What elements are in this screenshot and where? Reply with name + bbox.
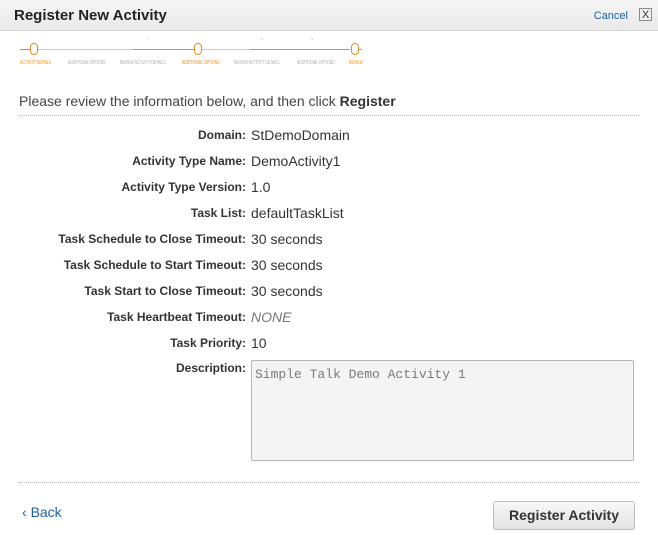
progress-line-segment [133,49,195,50]
heartbeat-timeout-value: NONE [251,309,292,325]
close-icon[interactable]: X [639,8,652,21]
step-tick: ˈ [147,39,150,46]
activity-type-version-value: 1.0 [251,179,271,195]
dialog-header: Register New Activity Cancel X [0,0,658,31]
task-list-label: Task List: [190,206,246,220]
intro-text: Please review the information below, and… [19,93,340,109]
step-tick: ˇ [311,39,314,46]
back-label: Back [30,504,62,520]
dialog-title: Register New Activity [14,7,167,24]
step-label: ACTIVITY DETAILS [20,60,51,66]
chevron-left-icon: ‹ [22,504,27,520]
register-activity-button[interactable]: Register Activity [493,501,635,530]
cancel-link[interactable]: Cancel [594,10,628,22]
step-label: ADDITIONAL OPTIONS [182,60,220,66]
step-tick: ˇ [261,39,264,46]
step-label: REVIEW [349,60,363,66]
schedule-to-start-label: Task Schedule to Start Timeout: [63,258,246,272]
task-priority-label: Task Priority: [170,336,246,350]
start-to-close-value: 30 seconds [251,283,323,299]
schedule-to-close-value: 30 seconds [251,231,323,247]
step-label: ADDITIONAL OPTIONS [297,60,335,66]
activity-type-name-value: DemoActivity1 [251,153,341,169]
activity-type-name-label: Activity Type Name: [132,154,246,168]
divider [19,482,639,483]
intro-emphasis: Register [339,93,396,109]
description-label: Description: [175,361,246,375]
step-label: REVIEW ACTIVITY DETAILS [120,60,166,66]
step-label: REVIEW ACTIVITY DETAILS [234,60,280,66]
schedule-to-close-label: Task Schedule to Close Timeout: [58,232,246,246]
step-node-review [351,43,359,55]
heartbeat-timeout-label: Task Heartbeat Timeout: [107,310,246,324]
back-link[interactable]: ‹ Back [22,504,62,520]
step-node-additional-options [194,43,202,55]
schedule-to-start-value: 30 seconds [251,257,323,273]
review-instructions: Please review the information below, and… [19,93,396,109]
task-list-value: defaultTaskList [251,205,344,221]
domain-label: Domain: [198,128,246,142]
activity-type-version-label: Activity Type Version: [121,180,246,194]
divider [19,115,639,116]
domain-value: StDemoDomain [251,127,350,143]
description-field[interactable]: Simple Talk Demo Activity 1 [251,360,634,461]
task-priority-value: 10 [251,335,267,351]
step-label: ADDITIONAL OPTIONS [68,60,106,66]
step-node-activity-details [30,43,38,55]
wizard-progress: ˈ ˇ ˇ ACTIVITY DETAILS ADDITIONAL OPTION… [0,31,658,75]
start-to-close-label: Task Start to Close Timeout: [84,284,246,298]
progress-line-segment [250,49,350,50]
